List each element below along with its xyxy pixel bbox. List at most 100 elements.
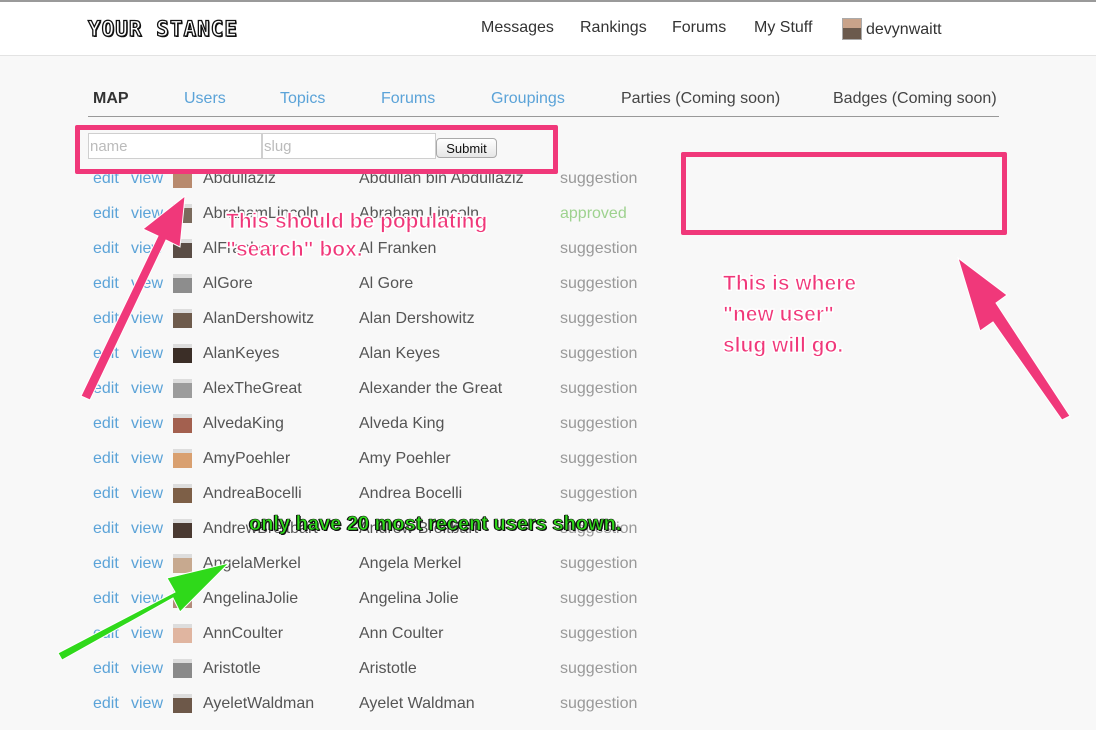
tab-users[interactable]: Users (184, 90, 226, 108)
edit-link[interactable]: edit (93, 625, 119, 643)
user-fullname: Andrea Bocelli (359, 485, 463, 502)
user-username: Aristotle (203, 660, 261, 677)
user-status: suggestion (560, 590, 638, 607)
user-username: AlexTheGreat (203, 380, 302, 397)
view-link[interactable]: view (131, 380, 163, 398)
user-status: suggestion (560, 170, 638, 187)
table-row: edit view AngelaMerkel Angela Merkel suggest… (0, 554, 700, 590)
user-avatar-thumb (173, 694, 192, 713)
table-row: edit view AlanKeyes Alan Keyes suggestion (0, 344, 700, 380)
top-nav-bar: YOUR STANCE Messages Rankings Forums My … (0, 0, 1096, 56)
user-avatar-thumb (173, 379, 192, 398)
user-avatar-thumb (173, 274, 192, 293)
view-link[interactable]: view (131, 555, 163, 573)
tab-badges: Badges (Coming soon) (833, 90, 997, 107)
table-row: edit view AmyPoehler Amy Poehler suggestion (0, 449, 700, 485)
user-status: suggestion (560, 415, 638, 432)
user-fullname: Angelina Jolie (359, 590, 459, 607)
view-link[interactable]: view (131, 695, 163, 713)
view-link[interactable]: view (131, 275, 163, 293)
recent-users-annotation: only have 20 most recent users shown. (249, 513, 622, 536)
user-fullname: Al Gore (359, 275, 414, 292)
edit-link[interactable]: edit (93, 240, 119, 258)
edit-link[interactable]: edit (93, 695, 119, 713)
user-username: AlanKeyes (203, 345, 280, 362)
view-link[interactable]: view (131, 415, 163, 433)
view-link[interactable]: view (131, 625, 163, 643)
view-link[interactable]: view (131, 660, 163, 678)
user-username: AlanDershowitz (203, 310, 315, 327)
form-highlight-box (75, 125, 558, 174)
view-link[interactable]: view (131, 240, 163, 258)
user-status: suggestion (560, 660, 638, 677)
tab-forums[interactable]: Forums (381, 90, 435, 108)
edit-link[interactable]: edit (93, 415, 119, 433)
table-row: edit view AlGore Al Gore suggestion (0, 274, 700, 310)
table-row: edit view AnnCoulter Ann Coulter suggestion (0, 624, 700, 660)
user-avatar[interactable] (842, 18, 862, 40)
nav-messages[interactable]: Messages (481, 19, 554, 37)
site-logo[interactable]: YOUR STANCE (87, 16, 238, 41)
edit-link[interactable]: edit (93, 450, 119, 468)
user-avatar-thumb (173, 204, 192, 223)
pink-arrow-to-slug (957, 256, 1071, 421)
table-row: edit view Aristotle Aristotle suggestion (0, 659, 700, 695)
tab-topics[interactable]: Topics (280, 90, 325, 108)
user-avatar-thumb (173, 239, 192, 258)
edit-link[interactable]: edit (93, 485, 119, 503)
tabs-divider (88, 116, 999, 117)
user-status: suggestion (560, 380, 638, 397)
user-status: suggestion (560, 240, 638, 257)
view-link[interactable]: view (131, 345, 163, 363)
edit-link[interactable]: edit (93, 555, 119, 573)
edit-link[interactable]: edit (93, 520, 119, 538)
user-username: AlGore (203, 275, 253, 292)
tab-groupings[interactable]: Groupings (491, 90, 565, 108)
edit-link[interactable]: edit (93, 205, 119, 223)
new-slug-highlight-box (681, 152, 1007, 235)
table-row: edit view AngelinaJolie Angelina Jolie sugge… (0, 589, 700, 625)
search-annotation-line1: This should be populating (226, 210, 488, 234)
nav-forums[interactable]: Forums (672, 19, 726, 37)
view-link[interactable]: view (131, 485, 163, 503)
user-status: suggestion (560, 345, 638, 362)
table-row: edit view AlexTheGreat Alexander the Great s… (0, 379, 700, 415)
search-annotation-line2: "search" box. (226, 238, 363, 262)
edit-link[interactable]: edit (93, 275, 119, 293)
user-status: approved (560, 205, 627, 222)
table-row: edit view AlvedaKing Alveda King suggestion (0, 414, 700, 450)
nav-rankings[interactable]: Rankings (580, 19, 647, 37)
user-status: suggestion (560, 555, 638, 572)
user-fullname: Ann Coulter (359, 625, 444, 642)
user-status: suggestion (560, 275, 638, 292)
edit-link[interactable]: edit (93, 660, 119, 678)
user-avatar-thumb (173, 344, 192, 363)
user-avatar-thumb (173, 519, 192, 538)
user-status: suggestion (560, 695, 638, 712)
nav-username[interactable]: devynwaitt (866, 21, 942, 39)
edit-link[interactable]: edit (93, 345, 119, 363)
user-username: AmyPoehler (203, 450, 291, 467)
edit-link[interactable]: edit (93, 310, 119, 328)
user-avatar-thumb (173, 484, 192, 503)
view-link[interactable]: view (131, 205, 163, 223)
view-link[interactable]: view (131, 520, 163, 538)
user-avatar-thumb (173, 624, 192, 643)
slug-annotation-line2: "new user" (723, 303, 835, 327)
slug-annotation-line1: This is where (723, 272, 857, 296)
user-username: AyeletWaldman (203, 695, 315, 712)
user-fullname: Ayelet Waldman (359, 695, 475, 712)
user-fullname: Angela Merkel (359, 555, 462, 572)
user-avatar-thumb (173, 659, 192, 678)
edit-link[interactable]: edit (93, 380, 119, 398)
view-link[interactable]: view (131, 590, 163, 608)
user-username: AlvedaKing (203, 415, 284, 432)
nav-my-stuff[interactable]: My Stuff (754, 19, 812, 37)
view-link[interactable]: view (131, 310, 163, 328)
tab-map[interactable]: MAP (93, 90, 129, 108)
table-row: edit view AyeletWaldman Ayelet Waldman sugge… (0, 694, 700, 730)
tab-parties: Parties (Coming soon) (621, 90, 781, 107)
edit-link[interactable]: edit (93, 590, 119, 608)
user-status: suggestion (560, 485, 638, 502)
view-link[interactable]: view (131, 450, 163, 468)
